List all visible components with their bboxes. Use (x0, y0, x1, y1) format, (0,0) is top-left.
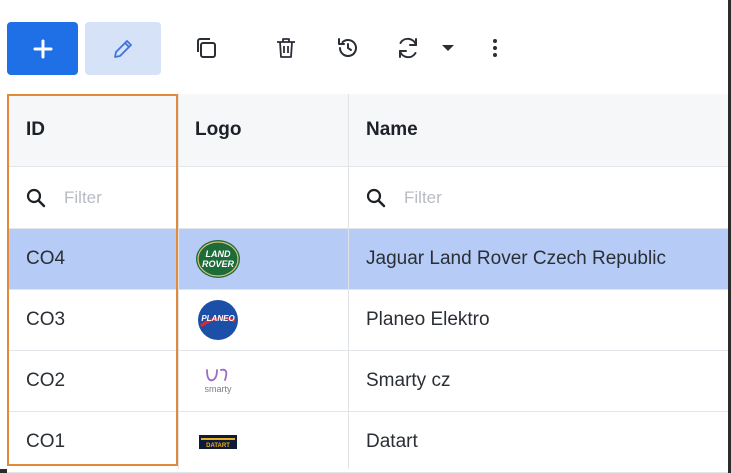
cell-logo[interactable]: DATART (178, 412, 348, 472)
cell-id[interactable]: CO3 (7, 290, 178, 350)
column-header-id[interactable]: ID (7, 94, 178, 166)
cell-id[interactable]: CO4 (7, 229, 178, 289)
svg-text:DATART: DATART (206, 443, 230, 449)
table-row[interactable]: CO4 LAND ROVER Jaguar Land Rover Czech R… (7, 229, 731, 290)
cell-name[interactable]: Jaguar Land Rover Czech Republic (348, 229, 731, 289)
svg-text:PLANEO: PLANEO (201, 314, 235, 323)
more-actions-button[interactable] (480, 30, 510, 66)
more-vertical-icon (493, 39, 497, 57)
column-header-name[interactable]: Name (348, 94, 731, 166)
svg-text:smarty: smarty (205, 384, 233, 394)
column-header-logo[interactable]: Logo (178, 94, 348, 166)
refresh-button[interactable] (390, 30, 426, 66)
column-divider (178, 94, 179, 469)
app-frame: ID Logo Name Filter Filter CO4 LAND ROVE… (0, 0, 731, 473)
cell-id[interactable]: CO2 (7, 351, 178, 411)
cell-name[interactable]: Smarty cz (348, 351, 731, 411)
search-icon (366, 188, 386, 207)
add-button[interactable] (7, 22, 78, 75)
caret-down-icon (442, 45, 454, 51)
column-header-label: Name (366, 119, 418, 140)
filter-cell-logo (178, 167, 348, 228)
id-filter-input[interactable] (64, 187, 174, 208)
toolbar (0, 0, 731, 94)
copy-icon (197, 38, 216, 58)
datart-logo: DATART (195, 421, 241, 463)
refresh-options-button[interactable] (436, 30, 460, 66)
delete-button[interactable] (268, 30, 304, 66)
edit-button[interactable] (85, 22, 161, 75)
refresh-icon (399, 37, 417, 59)
trash-icon (277, 38, 295, 58)
table-row[interactable]: CO2 smarty Smarty cz (7, 351, 731, 412)
table-row[interactable]: CO1 DATART Datart (7, 412, 731, 473)
land-rover-logo: LAND ROVER (195, 238, 241, 280)
cell-logo[interactable]: LAND ROVER (178, 229, 348, 289)
cell-logo[interactable]: PLANEO (178, 290, 348, 350)
cell-name[interactable]: Planeo Elektro (348, 290, 731, 350)
column-divider (348, 94, 349, 469)
column-header-label: Logo (195, 119, 242, 140)
cell-logo[interactable]: smarty (178, 351, 348, 411)
svg-text:ROVER: ROVER (202, 259, 235, 269)
history-icon (338, 38, 357, 57)
name-filter-input[interactable] (404, 187, 514, 208)
plus-icon (33, 39, 52, 58)
smarty-logo: smarty (195, 360, 241, 402)
cell-name[interactable]: Datart (348, 412, 731, 472)
search-icon (26, 188, 46, 207)
company-grid: ID Logo Name Filter Filter CO4 LAND ROVE… (7, 94, 731, 473)
planeo-logo: PLANEO (195, 299, 241, 341)
copy-button[interactable] (188, 30, 224, 66)
filter-cell-id (7, 167, 178, 228)
grid-filter-row (7, 167, 731, 229)
pencil-icon (114, 39, 132, 58)
table-row[interactable]: CO3 PLANEO Planeo Elektro (7, 290, 731, 351)
svg-text:LAND: LAND (206, 249, 231, 259)
cell-id[interactable]: CO1 (7, 412, 178, 472)
column-header-label: ID (26, 119, 45, 140)
grid-header-row: ID Logo Name (7, 94, 731, 167)
history-button[interactable] (330, 30, 366, 66)
filter-cell-name (348, 167, 731, 228)
